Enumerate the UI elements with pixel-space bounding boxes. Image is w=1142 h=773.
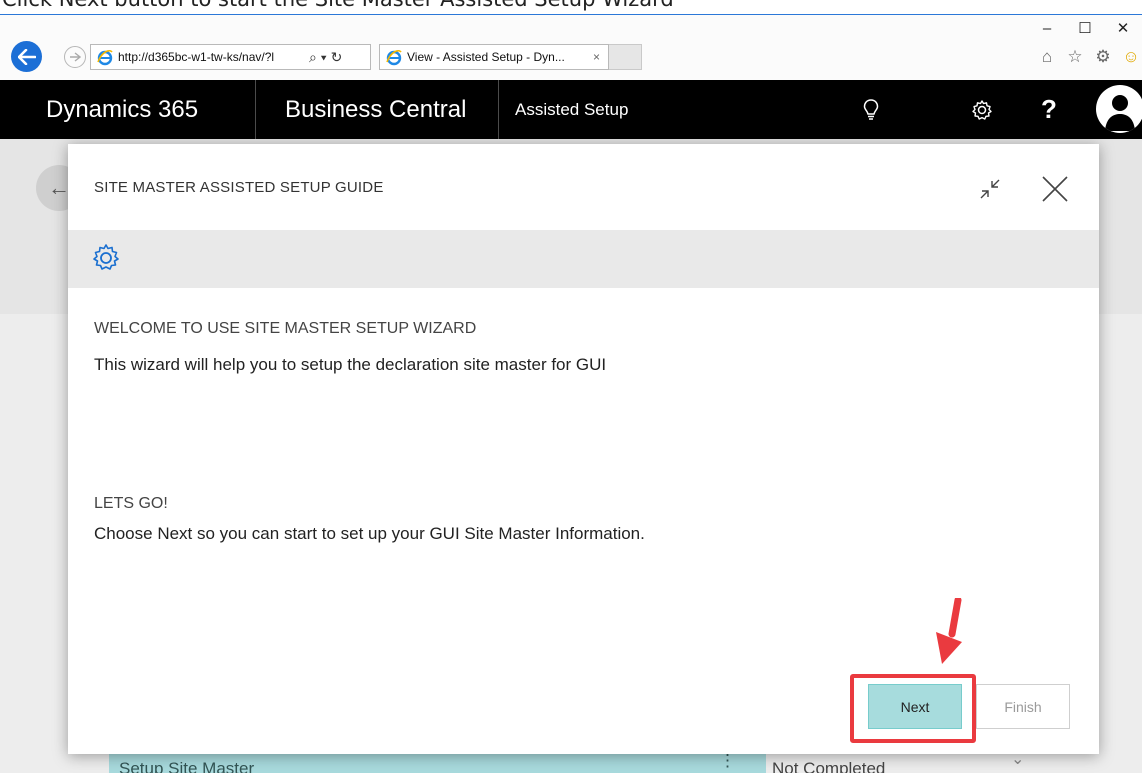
address-bar[interactable]: http://d365bc-w1-tw-ks/nav/?l ⌕ ▾ ↻ — [90, 44, 371, 70]
list-row-selected[interactable]: Setup Site Master — [109, 751, 689, 773]
settings-icon[interactable]: ⚙ — [1092, 47, 1114, 67]
smiley-icon[interactable]: ☺ — [1120, 47, 1142, 67]
arrow-right-icon — [70, 52, 81, 62]
assisted-setup-dialog: SITE MASTER ASSISTED SETUP GUIDE WELCOME… — [68, 144, 1099, 754]
browser-tab[interactable]: View - Assisted Setup - Dyn... × — [379, 44, 609, 70]
finish-button[interactable]: Finish — [976, 684, 1070, 729]
browser-forward-button[interactable] — [64, 46, 86, 68]
page-title: Assisted Setup — [515, 99, 629, 119]
lets-go-heading: LETS GO! — [94, 495, 168, 512]
settings-button[interactable] — [954, 80, 1010, 139]
dialog-title: SITE MASTER ASSISTED SETUP GUIDE — [94, 179, 384, 196]
gear-icon — [93, 244, 119, 270]
close-icon — [1042, 176, 1068, 202]
dialog-close-button[interactable] — [1038, 172, 1072, 206]
caption-text: Click Next button to start the Site Mast… — [2, 0, 674, 11]
search-dropdown-icon[interactable]: ⌕ ▾ — [309, 49, 327, 66]
minimize-button[interactable]: – — [1028, 17, 1066, 39]
avatar[interactable] — [1096, 85, 1142, 133]
gear-icon — [972, 99, 992, 120]
refresh-icon[interactable]: ↻ — [331, 49, 343, 66]
ie-logo-icon — [386, 49, 402, 66]
lightbulb-icon — [863, 98, 879, 120]
dialog-icon-band — [68, 230, 1099, 288]
close-window-button[interactable]: ✕ — [1104, 17, 1142, 39]
browser-nav-row: http://d365bc-w1-tw-ks/nav/?l ⌕ ▾ ↻ View… — [0, 39, 1142, 75]
lets-go-text: Choose Next so you can start to set up y… — [94, 524, 645, 543]
list-row-status: Not Completed — [772, 759, 886, 773]
arrow-left-icon — [17, 48, 36, 65]
favorites-icon[interactable]: ☆ — [1064, 47, 1086, 67]
row-menu-icon[interactable]: ⋮ — [689, 751, 766, 773]
user-icon — [1105, 95, 1135, 131]
browser-right-icons: ⌂ ☆ ⚙ ☺ — [1036, 47, 1142, 67]
screenshot-root: Click Next button to start the Site Mast… — [0, 0, 1142, 773]
window-controls: – ☐ ✕ — [1028, 17, 1142, 39]
collapse-button[interactable] — [975, 174, 1005, 204]
maximize-button[interactable]: ☐ — [1066, 17, 1104, 39]
collapse-icon — [980, 179, 1000, 199]
caption-strip: Click Next button to start the Site Mast… — [0, 0, 1142, 14]
app-name[interactable]: Business Central — [257, 80, 499, 139]
browser-back-button[interactable] — [11, 41, 42, 72]
help-button[interactable]: ? — [1021, 80, 1077, 139]
browser-chrome: – ☐ ✕ http://d365bc-w1-tw-ks/nav/?l ⌕ ▾ … — [0, 14, 1142, 80]
home-icon[interactable]: ⌂ — [1036, 47, 1058, 67]
address-url: http://d365bc-w1-tw-ks/nav/?l — [118, 50, 275, 64]
ie-logo-icon — [97, 49, 113, 66]
product-name[interactable]: Dynamics 365 — [0, 80, 256, 139]
welcome-heading: WELCOME TO USE SITE MASTER SETUP WIZARD — [94, 320, 477, 337]
next-button[interactable]: Next — [868, 684, 962, 729]
tab-title: View - Assisted Setup - Dyn... — [407, 50, 565, 64]
app-header: Dynamics 365 Business Central Assisted S… — [0, 80, 1142, 139]
lightbulb-button[interactable] — [843, 80, 899, 139]
new-tab-button[interactable] — [609, 44, 642, 70]
tab-close-icon[interactable]: × — [593, 50, 600, 64]
list-row-label: Setup Site Master — [119, 759, 255, 773]
welcome-text: This wizard will help you to setup the d… — [94, 355, 607, 374]
